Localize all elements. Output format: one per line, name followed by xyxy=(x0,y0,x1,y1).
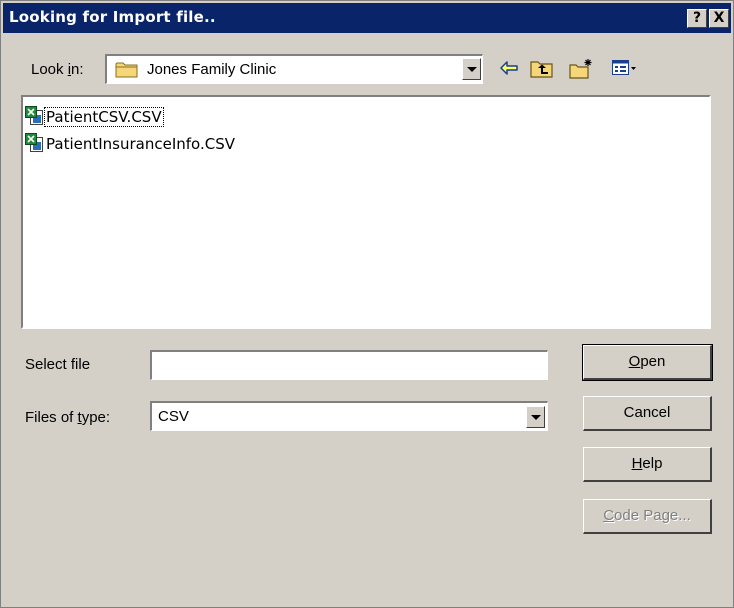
folder-icon xyxy=(115,62,138,78)
title-bar[interactable]: Looking for Import file.. ? X xyxy=(3,3,731,33)
cancel-button[interactable]: Cancel xyxy=(583,396,712,431)
code-page-button[interactable]: Code Page... xyxy=(583,499,712,534)
view-menu-icon[interactable] xyxy=(611,57,637,79)
look-in-dropdown-button[interactable] xyxy=(462,58,481,80)
file-name: PatientCSV.CSV xyxy=(44,107,164,127)
look-in-combobox[interactable]: Jones Family Clinic xyxy=(105,54,483,84)
up-one-level-icon[interactable] xyxy=(529,57,555,79)
close-icon: X xyxy=(713,10,725,26)
dialog-title: Looking for Import file.. xyxy=(9,8,216,26)
file-list[interactable]: PatientCSV.CSV PatientInsuranceInfo.CSV xyxy=(21,95,711,329)
close-title-button[interactable]: X xyxy=(709,9,729,28)
import-file-dialog: Looking for Import file.. ? X Look in: J… xyxy=(0,0,734,608)
select-file-label: Select file xyxy=(25,356,91,373)
excel-csv-file-icon xyxy=(25,106,43,125)
look-in-value: Jones Family Clinic xyxy=(147,61,277,78)
new-folder-icon[interactable] xyxy=(569,57,595,79)
look-in-label: Look in: xyxy=(31,61,84,78)
help-title-button[interactable]: ? xyxy=(687,9,707,28)
files-of-type-dropdown-button[interactable] xyxy=(526,406,545,428)
files-of-type-combobox[interactable]: CSV xyxy=(150,401,548,431)
back-arrow-icon[interactable] xyxy=(496,57,522,79)
excel-csv-file-icon xyxy=(25,133,43,152)
help-button[interactable]: Help xyxy=(583,447,712,482)
files-of-type-value: CSV xyxy=(158,408,189,425)
open-button[interactable]: Open xyxy=(582,344,713,381)
question-mark-icon: ? xyxy=(692,10,702,26)
select-file-input[interactable] xyxy=(150,350,548,380)
files-of-type-label: Files of type: xyxy=(25,409,111,426)
file-name: PatientInsuranceInfo.CSV xyxy=(46,135,235,153)
